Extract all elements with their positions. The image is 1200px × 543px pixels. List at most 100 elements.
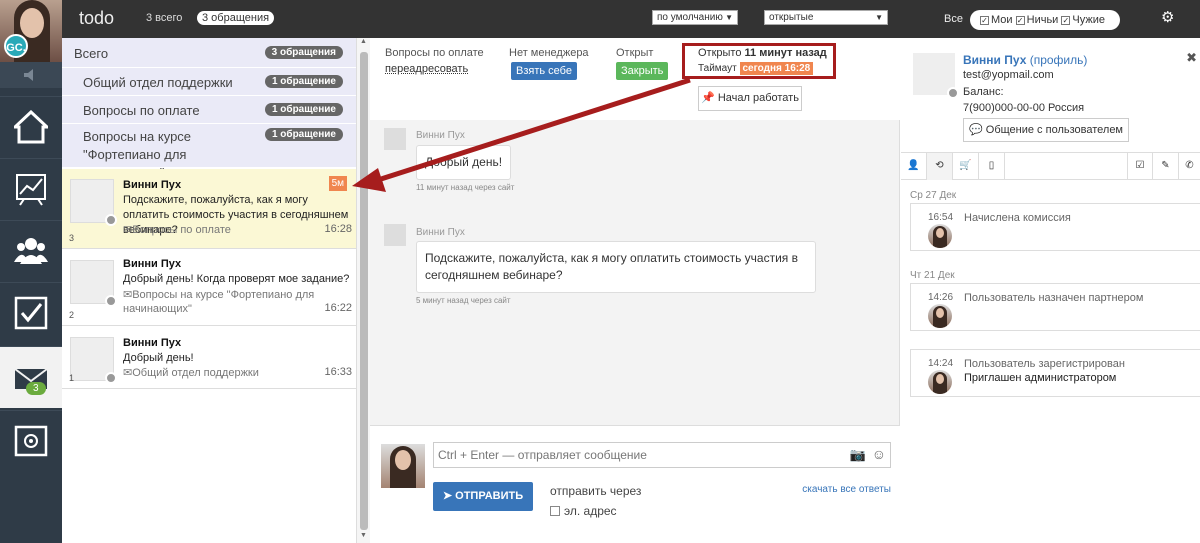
owner-filter: ✓ Мои ✓ Ничьи ✓ Чужие <box>970 10 1120 30</box>
status-select[interactable]: открытые ▼ <box>764 10 888 25</box>
mine-checkbox[interactable]: ✓ <box>980 16 989 25</box>
conversation-time: 16:28 <box>324 223 352 235</box>
gear-icon[interactable]: ⚙ <box>1161 8 1174 26</box>
conversation-time: 16:22 <box>324 302 352 314</box>
history-icon[interactable]: ⟲ <box>927 153 953 180</box>
event-text: Пользователь зарегистрирован <box>964 358 1125 370</box>
message-meta: 11 минут назад через сайт <box>416 183 515 192</box>
speaker-icon[interactable] <box>0 62 62 88</box>
event-text: Начислена комиссия <box>964 212 1071 224</box>
emoji-icon[interactable]: ☺ <box>872 446 886 462</box>
others-checkbox[interactable]: ✓ <box>1061 16 1071 25</box>
total-count: 3 всего <box>146 12 183 24</box>
email-label: эл. адрес <box>564 504 617 518</box>
profile-name[interactable]: Винни Пух <box>963 53 1026 67</box>
take-button[interactable]: Взять себе <box>511 62 577 80</box>
manager-label: Нет менеджера <box>509 47 589 59</box>
group-payments[interactable]: Вопросы по оплате 1 обращение <box>62 96 356 124</box>
message-meta: 5 минут назад через сайт <box>416 296 511 305</box>
timeline-day: Ср 27 Дек <box>910 190 957 201</box>
phone-icon[interactable]: ▯ <box>979 153 1005 180</box>
send-icon: ➤ <box>442 490 453 502</box>
event-text-secondary: Приглашен администратором <box>964 372 1117 384</box>
close-icon[interactable]: ✖ <box>1186 50 1197 66</box>
conversation-item[interactable]: Винни Пух Добрый день! Когда проверят мо… <box>62 250 356 326</box>
group-count: 3 обращения <box>264 46 343 59</box>
message-input[interactable]: Ctrl + Enter — отправляет сообщение 📷 ☺ <box>433 442 891 468</box>
pencil-icon[interactable]: ✎ <box>1153 153 1179 180</box>
event-avatar <box>928 304 952 328</box>
scroll-down-icon[interactable]: ▼ <box>360 532 367 539</box>
chat-button[interactable]: 💬 Общение с пользователем <box>963 118 1129 142</box>
user-icon[interactable]: 👤 <box>901 153 927 180</box>
conversation-num: 3 <box>69 233 75 243</box>
sort-select[interactable]: по умолчанию ▼ <box>652 10 738 25</box>
scroll-up-icon[interactable]: ▲ <box>360 38 367 45</box>
users-icon[interactable] <box>0 220 62 282</box>
message-text: Подскажите, пожалуйста, как я могу оплат… <box>425 251 798 282</box>
message-bubble: Подскажите, пожалуйста, как я могу оплат… <box>416 241 816 293</box>
all-label[interactable]: Все <box>944 13 963 25</box>
conversation-item[interactable]: Винни Пух 5м Подскажите, пожалуйста, как… <box>62 169 356 249</box>
chart-icon[interactable] <box>0 158 62 220</box>
group-general[interactable]: Общий отдел поддержки 1 обращение <box>62 68 356 96</box>
event-time: 14:26 <box>928 292 954 303</box>
org-badge[interactable]: GC. <box>4 34 28 58</box>
email-checkbox[interactable] <box>550 506 560 516</box>
envelope-icon: ✉ <box>123 289 133 301</box>
group-count: 1 обращение <box>264 128 343 141</box>
call-icon[interactable]: ✆ <box>1179 153 1200 180</box>
check-icon[interactable]: ☑ <box>1127 153 1153 180</box>
chevron-down-icon: ▼ <box>875 13 883 22</box>
start-work-button[interactable]: 📌 Начал работать <box>698 86 802 111</box>
conversation-num: 2 <box>69 310 75 320</box>
send-button[interactable]: ➤ ОТПРАВИТЬ <box>433 482 533 511</box>
sidebar-scrollbar[interactable]: ▲ ▼ <box>356 38 370 543</box>
redirect-link[interactable]: переадресовать <box>385 63 468 75</box>
mail-count-badge: 3 <box>26 382 46 395</box>
event-avatar <box>928 370 952 394</box>
nobody-checkbox[interactable]: ✓ <box>1015 16 1025 25</box>
tasks-icon[interactable] <box>0 282 62 344</box>
pin-icon: 📌 <box>701 92 715 104</box>
camera-icon[interactable]: 📷 <box>850 447 866 463</box>
status-value: открытые <box>769 12 814 23</box>
email-option[interactable]: эл. адрес <box>550 504 617 518</box>
status-dot <box>105 372 117 384</box>
others-label: Чужие <box>1072 14 1105 26</box>
conversation-dept: Вопросы по оплате <box>132 224 231 236</box>
profile-link[interactable]: (профиль) <box>1030 53 1088 67</box>
profile-tabs: 👤 ⟲ 🛒 ▯ ☑ ✎ ✆ <box>901 152 1200 180</box>
group-course[interactable]: Вопросы на курсе "Фортепиано для начинаю… <box>62 124 356 180</box>
mail-nav[interactable]: 3 <box>0 346 62 408</box>
nobody-label: Ничьи <box>1026 14 1059 26</box>
group-all[interactable]: Всего 3 обращения <box>62 38 356 68</box>
status-label: Открыт <box>616 47 654 59</box>
home-icon[interactable] <box>0 96 62 158</box>
group-count: 1 обращение <box>264 75 343 88</box>
conversation-item[interactable]: Винни Пух Добрый день! ✉Общий отдел подд… <box>62 327 356 389</box>
tickets-pill[interactable]: 3 обращения <box>197 11 275 25</box>
conversation-text: Добрый день! Когда проверят мое задание? <box>123 273 350 285</box>
scroll-thumb[interactable] <box>360 52 368 530</box>
mine-label: Мои <box>991 14 1013 26</box>
envelope-icon: ✉ <box>123 367 133 379</box>
agent-avatar <box>381 444 425 488</box>
timeline-day: Чт 21 Дек <box>910 270 955 281</box>
cart-icon[interactable]: 🛒 <box>953 153 979 180</box>
profile-panel: Винни Пух (профиль) ✖ test@yopmail.com Б… <box>901 38 1200 543</box>
conversation-time: 16:33 <box>324 366 352 378</box>
send-via-label: отправить через <box>550 484 642 498</box>
chat-icon: 💬 <box>969 124 983 136</box>
envelope-icon: ✉ <box>123 224 133 236</box>
profile-phone: 7(900)000-00-00 Россия <box>963 102 1085 114</box>
download-link[interactable]: скачать все ответы <box>802 484 891 495</box>
user-photo <box>70 179 117 226</box>
safe-icon[interactable] <box>0 410 62 472</box>
timeline-event: 14:26 Пользователь назначен партнером <box>910 283 1200 331</box>
ticket-header: Вопросы по оплате переадресовать Нет мен… <box>370 38 900 120</box>
send-label: ОТПРАВИТЬ <box>455 490 524 502</box>
group-label: Всего <box>74 46 109 61</box>
conversation-dept: Общий отдел поддержки <box>132 367 259 379</box>
close-ticket-button[interactable]: Закрыть <box>616 62 669 80</box>
